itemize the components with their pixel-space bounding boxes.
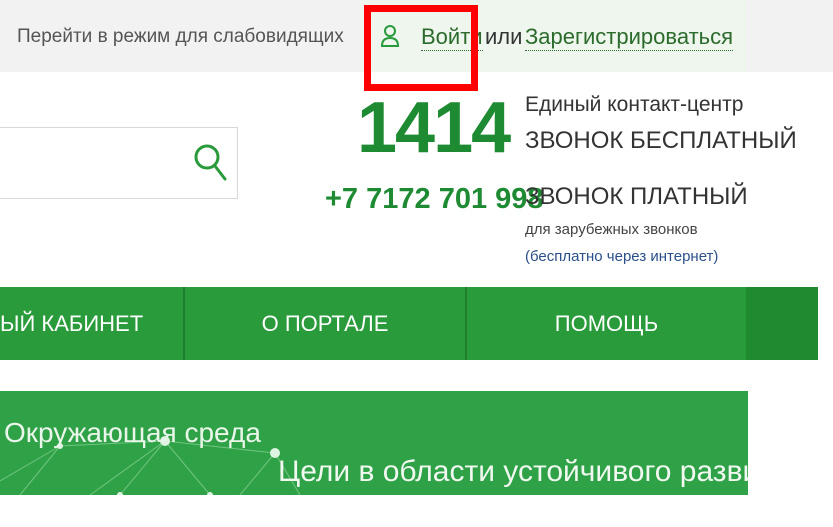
contact-paid-number[interactable]: +7 7172 701 998 xyxy=(325,183,544,216)
contact-center-title: Единый контакт-центр xyxy=(525,93,744,116)
nav-item-about[interactable]: О ПОРТАЛЕ xyxy=(185,287,465,360)
themes-banner[interactable]: Окружающая среда Цели в области устойчив… xyxy=(0,391,748,495)
banner-sdg-title[interactable]: Цели в области устойчивого разви xyxy=(278,455,748,489)
paid-call-label: ЗВОНОК ПЛАТНЫЙ xyxy=(525,183,748,210)
contact-short-number[interactable]: 1414 xyxy=(357,78,511,178)
banner-environment-title[interactable]: Окружающая среда xyxy=(4,417,261,449)
nav-end-block xyxy=(746,287,818,360)
nav-item-cabinet[interactable]: ЫЙ КАБИНЕТ xyxy=(0,287,183,360)
register-link[interactable]: Зарегистрироваться xyxy=(525,24,734,51)
main-navigation: ЫЙ КАБИНЕТ О ПОРТАЛЕ ПОМОЩЬ xyxy=(0,287,818,360)
foreign-calls-note: для зарубежных звонков xyxy=(525,221,698,238)
free-call-label: ЗВОНОК БЕСПЛАТНЫЙ xyxy=(525,127,797,154)
free-via-internet-link[interactable]: (бесплатно через интернет) xyxy=(525,248,718,265)
nav-item-help[interactable]: ПОМОЩЬ xyxy=(467,287,746,360)
search-icon[interactable] xyxy=(192,142,228,182)
accessibility-mode-link[interactable]: Перейти в режим для слабовидящих xyxy=(17,26,344,48)
or-separator: или xyxy=(485,24,523,49)
